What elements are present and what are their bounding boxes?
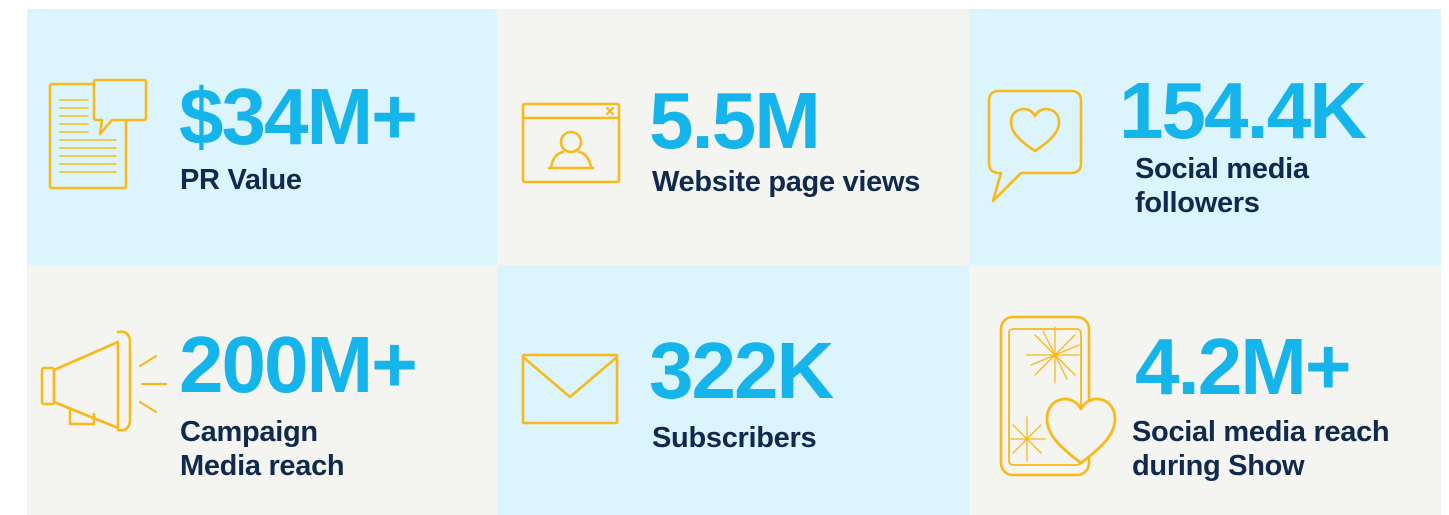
stat-label: Social media reach during Show [1132, 416, 1390, 482]
stat-label: Website page views [652, 166, 921, 198]
stats-grid: $34M+ PR Value 5.5M Website page views 1… [27, 9, 1441, 515]
stat-label: Subscribers [652, 422, 817, 454]
stat-tile-pr-value: $34M+ PR Value [27, 9, 497, 265]
stat-value: 322K [649, 326, 834, 415]
stat-value: $34M+ [179, 72, 418, 161]
stat-value: 154.4K [1119, 66, 1367, 155]
envelope-icon [521, 353, 619, 425]
megaphone-icon [40, 310, 170, 432]
browser-profile-icon [521, 102, 621, 184]
stat-tile-campaign-media-reach: 200M+ Campaign Media reach [27, 265, 497, 515]
stat-tile-social-media-followers: 154.4K Social media followers [969, 9, 1441, 265]
stat-value: 200M+ [179, 320, 418, 409]
stat-tile-social-media-reach-show: 4.2M+ Social media reach during Show [969, 265, 1441, 515]
stat-value: 4.2M+ [1135, 322, 1352, 411]
stat-label: Social media followers [1135, 153, 1309, 219]
phone-heart-icon [999, 315, 1121, 479]
heart-speech-bubble-icon [987, 89, 1083, 205]
stat-value: 5.5M [649, 76, 821, 165]
stat-label: Campaign Media reach [180, 416, 345, 482]
stat-tile-website-page-views: 5.5M Website page views [497, 9, 969, 265]
stat-tile-subscribers: 322K Subscribers [497, 265, 969, 515]
press-release-icon [48, 78, 148, 192]
stat-label: PR Value [180, 164, 302, 196]
